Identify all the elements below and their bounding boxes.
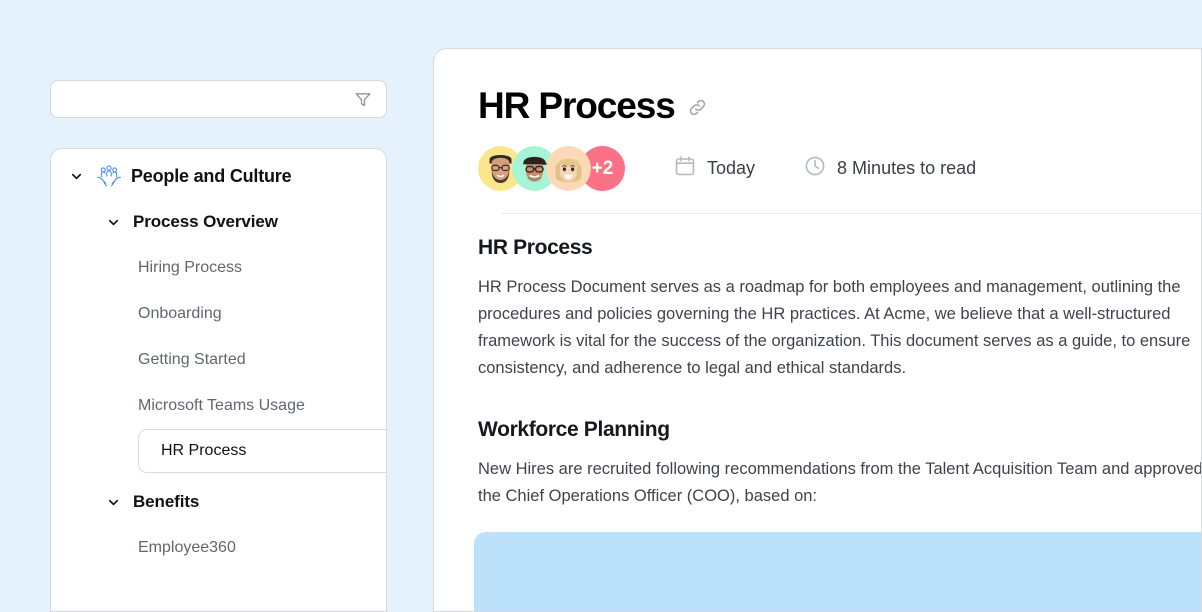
section-heading: HR Process bbox=[478, 236, 593, 259]
sidebar-item-label: Onboarding bbox=[138, 305, 222, 322]
paragraph-line: HR Process Document serves as a roadmap … bbox=[478, 278, 1181, 296]
paragraph-line: consistency, and adherence to legal and … bbox=[478, 359, 907, 377]
document-title-row: HR Process bbox=[478, 87, 1201, 124]
sidebar-item-employee360[interactable]: Employee360 bbox=[51, 525, 386, 571]
document-date: Today bbox=[673, 154, 755, 183]
filter-funnel-icon[interactable] bbox=[352, 88, 374, 110]
document-meta-row: +2 Today 8 Minutes to read bbox=[478, 146, 1201, 191]
chevron-down-icon[interactable] bbox=[104, 493, 122, 511]
sidebar-item-hr-process[interactable]: HR Process bbox=[138, 429, 386, 473]
document-body: HR Process HR Process Document serves as… bbox=[434, 214, 1201, 510]
clock-icon bbox=[803, 154, 827, 183]
sidebar-item-label: People and Culture bbox=[131, 165, 292, 186]
navigation-tree-card: People and Culture Process Overview Hiri… bbox=[50, 148, 387, 612]
chevron-down-icon[interactable] bbox=[67, 167, 85, 185]
sidebar-item-label: HR Process bbox=[161, 442, 247, 459]
sidebar-item-label: Benefits bbox=[133, 492, 200, 511]
page-title: HR Process bbox=[478, 85, 676, 126]
section-heading: Workforce Planning bbox=[478, 418, 670, 441]
sidebar-item-label: Getting Started bbox=[138, 351, 246, 368]
document-read-time-label: 8 Minutes to read bbox=[837, 158, 977, 178]
document-panel: HR Process +2 Today 8 Minutes to read HR… bbox=[433, 48, 1202, 612]
paragraph-line: the Chief Operations Officer (COO), base… bbox=[478, 487, 818, 505]
sidebar-item-label: Microsoft Teams Usage bbox=[138, 397, 305, 414]
document-read-time: 8 Minutes to read bbox=[803, 154, 976, 183]
calendar-icon bbox=[673, 154, 697, 183]
avatar[interactable] bbox=[546, 146, 591, 191]
people-in-hands-icon bbox=[94, 161, 124, 191]
chevron-down-icon[interactable] bbox=[104, 213, 122, 231]
document-header: HR Process +2 Today 8 Minutes to read bbox=[434, 49, 1201, 214]
collaborator-avatars[interactable]: +2 bbox=[478, 146, 625, 191]
sidebar-item-label: Employee360 bbox=[138, 539, 236, 556]
search-box[interactable] bbox=[50, 80, 387, 118]
info-callout-block bbox=[474, 532, 1201, 611]
sidebar-item-label: Process Overview bbox=[133, 212, 278, 231]
sidebar-item-onboarding[interactable]: Onboarding bbox=[51, 291, 386, 337]
sidebar-item-people-and-culture[interactable]: People and Culture bbox=[51, 153, 386, 199]
document-date-label: Today bbox=[707, 158, 756, 178]
sidebar-item-label: Hiring Process bbox=[138, 259, 243, 276]
sidebar: People and Culture Process Overview Hiri… bbox=[50, 0, 387, 612]
sidebar-item-benefits[interactable]: Benefits bbox=[51, 479, 386, 525]
sidebar-item-getting-started[interactable]: Getting Started bbox=[51, 337, 386, 383]
section-hr-process: HR Process HR Process Document serves as… bbox=[478, 236, 1201, 382]
sidebar-item-process-overview[interactable]: Process Overview bbox=[51, 199, 386, 245]
paragraph-line: New Hires are recruited following recomm… bbox=[478, 460, 1202, 478]
sidebar-item-hiring-process[interactable]: Hiring Process bbox=[51, 245, 386, 291]
sidebar-item-microsoft-teams-usage[interactable]: Microsoft Teams Usage bbox=[51, 383, 386, 429]
search-input[interactable] bbox=[63, 91, 352, 107]
section-workforce-planning: Workforce Planning New Hires are recruit… bbox=[478, 418, 1201, 510]
chain-link-icon[interactable] bbox=[687, 97, 709, 119]
paragraph-line: framework is vital for the success of th… bbox=[478, 332, 1191, 350]
paragraph-line: procedures and policies governing the HR… bbox=[478, 305, 1171, 323]
